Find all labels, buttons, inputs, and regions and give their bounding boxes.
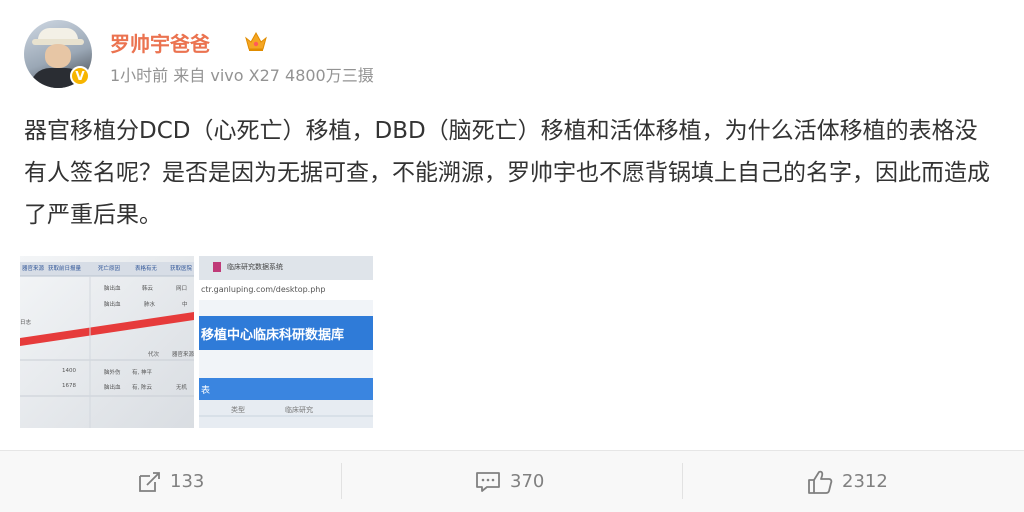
repost-button[interactable]: 133 [136,451,204,512]
cell: 1678 [62,383,76,389]
browser-tab-title: 临床研究数据系统 [227,263,283,271]
cell: 有, 陈云 [132,385,152,391]
avatar[interactable]: V [24,20,92,88]
cell: 日志 [20,320,32,326]
crown-icon [245,31,267,51]
system-banner: 移植中心临床科研数据库 [201,328,345,343]
weibo-post-card: V 罗帅宇爸爸 1小时前 来自 vivo X27 4800万三摄 器官移植分DC… [0,0,1024,450]
author-name[interactable]: 罗帅宇爸爸 [110,28,210,57]
divider [341,463,342,499]
comment-icon [476,471,500,492]
cell: 有, 神平 [132,370,152,376]
cell: 1400 [62,368,76,374]
cell: 脑出血 [104,385,121,391]
cell: 韩云 [142,286,154,292]
verified-icon: V [70,66,90,86]
repost-count: 133 [170,471,205,492]
comment-count: 370 [510,471,545,492]
post-image-browser[interactable]: 临床研究数据系统 ctr.ganluping.com/desktop.php 移… [199,256,373,428]
section-label: 表 [201,386,211,396]
cell: 网口 [176,286,188,292]
like-button[interactable]: 2312 [806,451,888,512]
comment-button[interactable]: 370 [474,451,544,512]
table-cell: 类型 [231,406,245,414]
cell: 脑外伤 [104,370,121,376]
cell: 脑出血 [104,286,121,292]
post-image-spreadsheet[interactable]: 器官来源 获取前日报量 死亡原因 表格有无 获取医院 脑出血 韩云 网口 脑出血… [20,256,194,428]
divider [682,463,683,499]
cell: 肺水 [144,302,156,308]
cell: 器官来源 [172,352,194,358]
post-text: 器官移植分DCD（心死亡）移植，DBD（脑死亡）移植和活体移植，为什么活体移植的… [24,118,990,228]
cell: 中 [182,302,188,308]
cell: 代次 [148,352,160,358]
cell: 无机 [176,385,188,391]
repost-icon [139,471,160,492]
cell: 脑出血 [104,302,121,308]
post-meta: 1小时前 来自 vivo X27 4800万三摄 [110,66,374,85]
like-count: 2312 [842,471,888,492]
thumbs-up-icon [808,470,833,494]
table-cell: 临床研究 [285,406,313,414]
browser-url: ctr.ganluping.com/desktop.php [201,285,326,294]
action-bar: 133 370 2312 [0,451,1024,512]
